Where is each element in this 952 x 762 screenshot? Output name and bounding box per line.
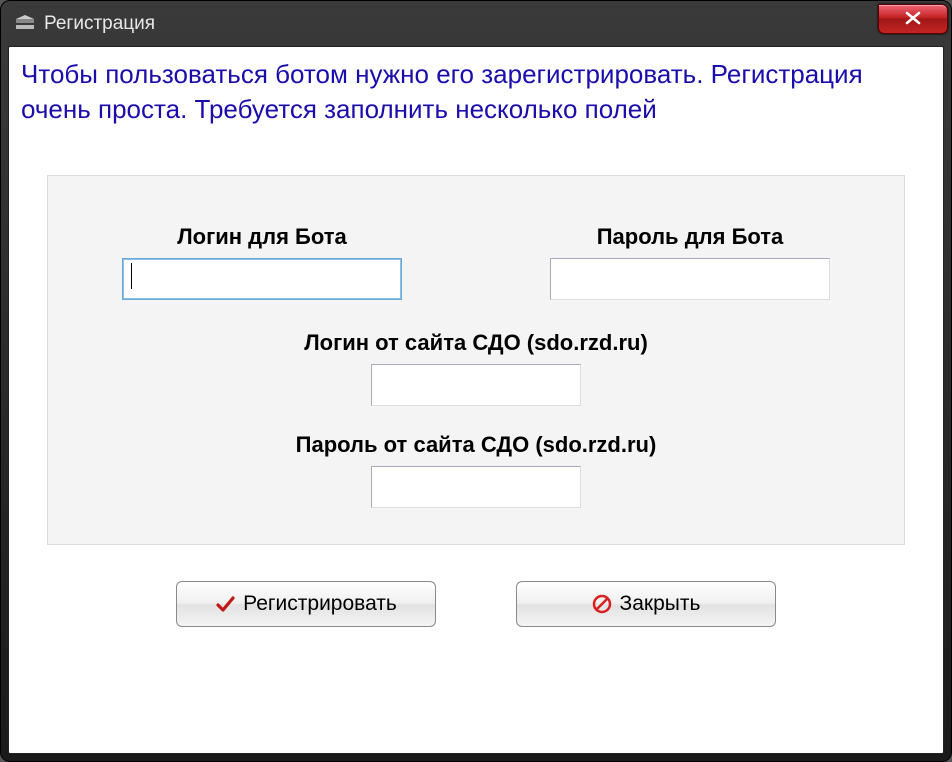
button-row: Регистрировать Закрыть (21, 581, 931, 627)
close-button[interactable]: Закрыть (516, 581, 776, 627)
check-icon (215, 594, 235, 614)
app-icon (14, 13, 36, 35)
form-group: Логин для Бота Пароль для Бота Логин от … (47, 175, 905, 545)
client-area: Чтобы пользоваться ботом нужно его зарег… (8, 46, 944, 754)
registration-window: Регистрация Чтобы пользоваться ботом нуж… (0, 0, 952, 762)
close-icon (904, 9, 922, 30)
sdo-password-label: Пароль от сайта СДО (sdo.rzd.ru) (78, 432, 874, 458)
forbid-icon (592, 594, 612, 614)
sdo-login-input[interactable] (371, 364, 581, 406)
bot-password-input[interactable] (550, 258, 830, 300)
bot-login-input[interactable] (122, 258, 402, 300)
window-close-button[interactable] (878, 4, 948, 34)
close-button-label: Закрыть (620, 592, 701, 616)
window-title: Регистрация (44, 13, 155, 35)
register-button[interactable]: Регистрировать (176, 581, 436, 627)
instruction-text: Чтобы пользоваться ботом нужно его зарег… (21, 57, 931, 127)
sdo-login-label: Логин от сайта СДО (sdo.rzd.ru) (78, 330, 874, 356)
bot-password-label: Пароль для Бота (516, 224, 864, 250)
bot-login-label: Логин для Бота (88, 224, 436, 250)
register-button-label: Регистрировать (243, 592, 397, 616)
titlebar[interactable]: Регистрация (8, 8, 944, 46)
sdo-password-input[interactable] (371, 466, 581, 508)
